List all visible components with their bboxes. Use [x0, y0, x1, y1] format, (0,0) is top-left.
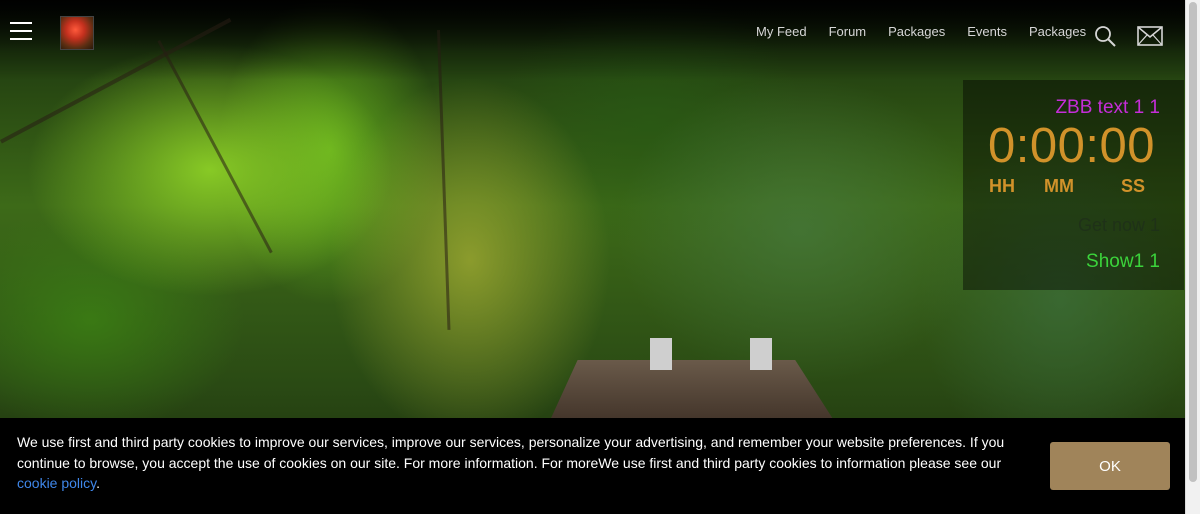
show-link[interactable]: Show1 1 [1086, 251, 1160, 273]
get-now-link[interactable]: Get now 1 [1078, 215, 1160, 236]
hours-label: HH [989, 176, 1015, 196]
minutes-label: MM [1044, 176, 1074, 196]
hamburger-icon-bar [10, 30, 32, 32]
widget-title: ZBB text 1 1 [1055, 97, 1160, 118]
hamburger-icon-bar [10, 38, 32, 40]
search-icon[interactable] [1094, 25, 1116, 47]
cookie-message-text: We use first and third party cookies to … [17, 434, 1005, 471]
nav-item-packages[interactable]: Packages [877, 24, 956, 40]
cookie-message: We use first and third party cookies to … [17, 432, 1007, 494]
menu-button[interactable] [10, 22, 32, 40]
scrollbar-thumb[interactable] [1189, 2, 1197, 482]
seconds-label: SS [1121, 176, 1146, 196]
cookie-banner: We use first and third party cookies to … [0, 418, 1186, 514]
countdown-widget: ZBB text 1 1 0:00:00 HH MM SS Get now 1 … [963, 80, 1184, 290]
top-nav: My Feed Forum Packages Events Packages [745, 24, 1097, 40]
cookie-message-end: . [96, 475, 101, 491]
nav-item-forum[interactable]: Forum [818, 24, 878, 40]
house-chimney [650, 338, 672, 370]
house-chimney [750, 338, 772, 370]
cookie-policy-link[interactable]: cookie policy [17, 475, 96, 491]
cookie-ok-button[interactable]: OK [1050, 442, 1170, 490]
countdown-timer: 0:00:00 [988, 119, 1155, 173]
header-gradient [0, 0, 1186, 80]
mail-icon[interactable] [1137, 26, 1163, 46]
page-scrollbar[interactable] [1185, 0, 1200, 514]
nav-item-events[interactable]: Events [956, 24, 1018, 40]
nav-item-my-feed[interactable]: My Feed [745, 24, 818, 40]
hamburger-icon-bar [10, 22, 32, 24]
site-logo[interactable] [60, 16, 94, 50]
nav-item-packages-2[interactable]: Packages [1018, 24, 1097, 40]
